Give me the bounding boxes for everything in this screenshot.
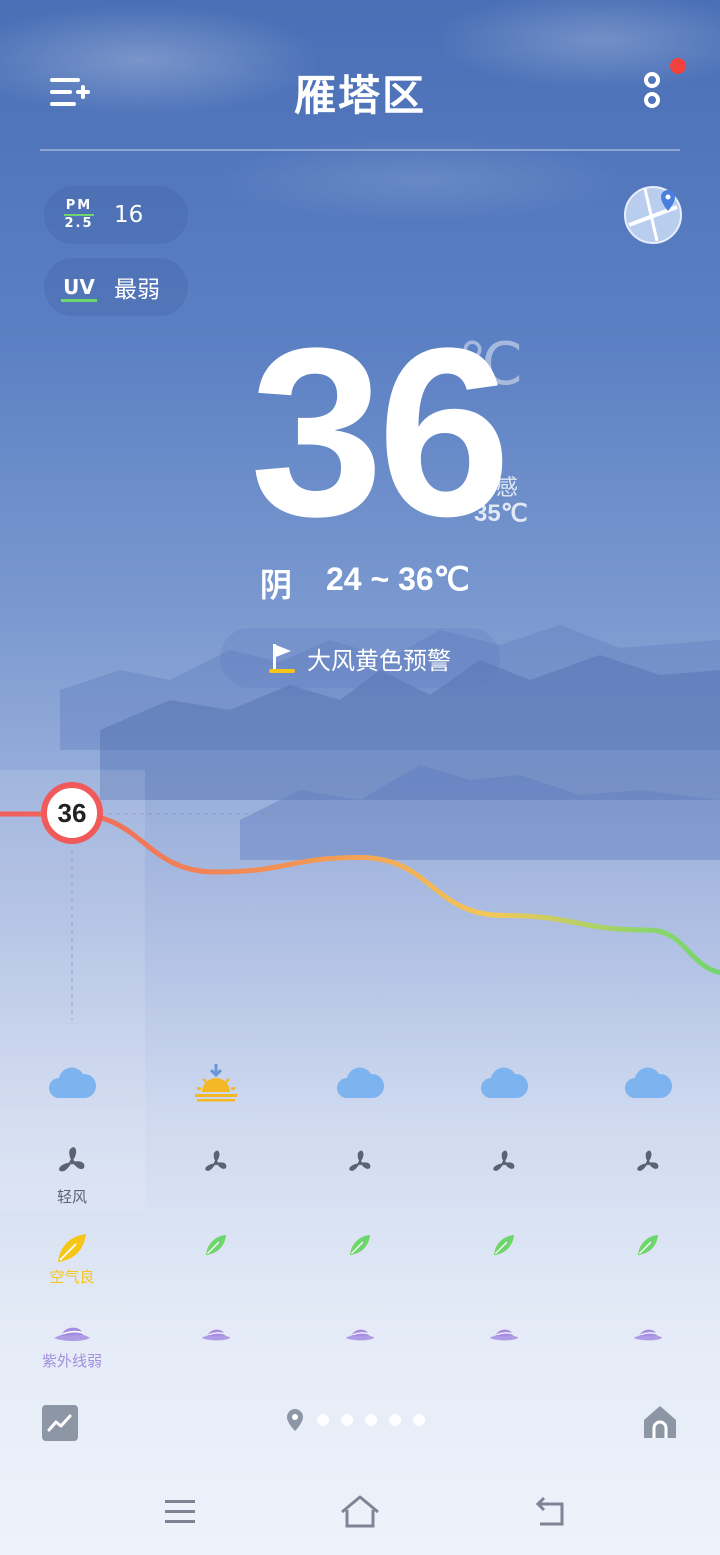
- trend-chart-icon: [47, 1414, 72, 1432]
- pm25-label: PM 2.5: [64, 198, 94, 231]
- uv-label: UV: [61, 275, 97, 302]
- sunrise-icon: [144, 1062, 288, 1106]
- wind-icon: [144, 1148, 288, 1182]
- leaf-icon: [576, 1232, 720, 1262]
- notification-dot: [670, 58, 686, 74]
- hat-icon: [576, 1322, 720, 1350]
- page-dot[interactable]: [389, 1414, 401, 1426]
- page-dot[interactable]: [365, 1414, 377, 1426]
- back-icon: [535, 1496, 564, 1526]
- temperature-curve-chart: [0, 811, 720, 1020]
- trend-button[interactable]: [42, 1405, 78, 1441]
- nav-back-button[interactable]: [530, 1492, 570, 1532]
- page-indicator[interactable]: [285, 1408, 425, 1432]
- hat-icon: [144, 1322, 288, 1350]
- flag-icon: [269, 644, 295, 673]
- location-pin-icon: [287, 1409, 303, 1431]
- city-title: 雁塔区: [293, 71, 426, 120]
- weather-alert[interactable]: 大风黄色预警: [220, 628, 500, 688]
- more-menu-button[interactable]: [636, 54, 686, 114]
- temperature-curve: [0, 811, 720, 976]
- hat-icon: [0, 1318, 144, 1352]
- temperature-range: 24 ~ 36℃: [326, 561, 470, 597]
- uv-level-label: 紫外线弱: [41, 1352, 102, 1370]
- leaf-icon: [0, 1230, 144, 1270]
- leaf-icon: [288, 1232, 432, 1262]
- leaf-icon: [432, 1232, 576, 1262]
- feels-like-value: 35℃: [474, 500, 528, 527]
- house-icon: [644, 1406, 676, 1438]
- wind-label: 轻风: [56, 1188, 87, 1206]
- menu-icon: [165, 1500, 195, 1523]
- home-icon: [341, 1495, 379, 1528]
- wind-icon: [432, 1148, 576, 1182]
- cloud-icon: [0, 1066, 144, 1104]
- alert-text: 大风黄色预警: [307, 646, 451, 675]
- page-dot[interactable]: [413, 1414, 425, 1426]
- uv-value: 最弱: [114, 277, 160, 303]
- pm25-value: 16: [114, 202, 144, 228]
- uv-badge[interactable]: UV 最弱: [44, 258, 188, 316]
- map-button[interactable]: [623, 185, 683, 245]
- map-pin-icon: [624, 186, 682, 244]
- leaf-icon: [144, 1232, 288, 1262]
- more-icon: [644, 58, 686, 108]
- air-quality-label: 空气良: [49, 1268, 95, 1286]
- wind-icon: [0, 1144, 144, 1184]
- current-temp-badge: 36: [41, 782, 103, 844]
- temperature-unit: ℃: [458, 332, 524, 397]
- page-dot[interactable]: [317, 1414, 329, 1426]
- hat-icon: [432, 1322, 576, 1350]
- wind-icon: [576, 1148, 720, 1182]
- cloud-icon: [288, 1066, 432, 1104]
- page-dot[interactable]: [341, 1414, 353, 1426]
- hat-icon: [288, 1322, 432, 1350]
- nav-home-button[interactable]: [338, 1492, 382, 1532]
- pm25-badge[interactable]: PM 2.5 16: [44, 186, 188, 244]
- header-divider: [40, 149, 680, 151]
- nav-menu-button[interactable]: [160, 1494, 200, 1530]
- cloud-icon: [432, 1066, 576, 1104]
- home-button[interactable]: [642, 1404, 678, 1440]
- wind-icon: [288, 1148, 432, 1182]
- cloud-icon: [576, 1066, 720, 1104]
- feels-like-label: 体感: [474, 476, 519, 501]
